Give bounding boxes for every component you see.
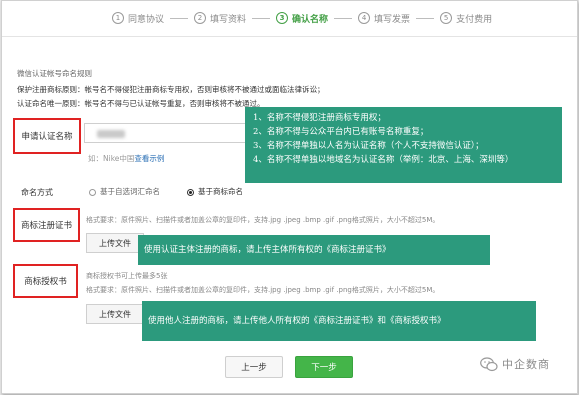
step-separator (252, 17, 271, 19)
other-trademark-text: 使用他人注册的商标，请上传他人所有权的《商标注册证书》和《商标授权书》 (148, 316, 446, 326)
step-invoice: 4 填写发票 (358, 12, 410, 25)
wechat-icon (480, 356, 498, 371)
radio-trademark-naming[interactable]: 基于商标命名 (187, 186, 243, 197)
rules-unique: 认证命名唯一原则：帐号名不得与已认证帐号重复，否则审核将不被通过。 (17, 99, 265, 108)
cert-format-requirement: 格式要求：原件照片、扫描件或者加盖公章的复印件，支持.jpg .jpeg .bm… (86, 216, 440, 224)
name-hint: 如：Nike中国查看示例 (88, 153, 164, 164)
trademark-auth-label: 商标授权书 (24, 277, 67, 287)
step-payment: 5 支付费用 (440, 12, 492, 25)
radio-auto-label: 基于自选词汇命名 (100, 187, 160, 196)
upload-cert-label: 上传文件 (99, 238, 131, 248)
name-hint-text: 如：Nike中国 (88, 154, 135, 163)
name-label: 申请认证名称 (21, 132, 73, 142)
callout-rule-4: 4、名称不得单独以地域名为认证名称（举例：北京、上海、深圳等） (253, 155, 514, 165)
callout-rule-2: 2、名称不得与公众平台内已有账号名称重复； (253, 127, 429, 137)
next-button-label: 下一步 (311, 363, 337, 373)
auth-format-requirement: 格式要求：原件照片、扫描件或者加盖公章的复印件，支持.jpg .jpeg .bm… (86, 286, 440, 294)
next-button[interactable]: 下一步 (295, 356, 353, 378)
step-confirm-name: 3 确认名称 (276, 12, 328, 25)
step-number: 3 (276, 12, 289, 24)
name-label-highlight: 申请认证名称 (13, 118, 81, 154)
step-number: 4 (358, 12, 371, 24)
naming-method-label: 命名方式 (21, 188, 53, 197)
rules-title: 微信认证帐号命名规则 (17, 69, 92, 78)
name-rules-callout: 1、名称不得侵犯注册商标专用权； 2、名称不得与公众平台内已有账号名称重复； 3… (245, 107, 562, 183)
watermark-text: 中企数商 (502, 358, 550, 371)
radio-trademark-label: 基于商标命名 (198, 187, 243, 196)
step-separator (170, 17, 189, 19)
step-number: 1 (112, 12, 124, 24)
step-progress: 1 同意协议 2 填写资料 3 确认名称 4 填写发票 5 支付费用 (112, 10, 492, 26)
header-divider (2, 36, 577, 37)
redacted-name (97, 130, 125, 138)
step-label: 同意协议 (128, 14, 165, 25)
step-number: 5 (440, 12, 453, 24)
view-example-link[interactable]: 查看示例 (134, 154, 164, 163)
radio-icon (89, 188, 96, 196)
step-label: 填写发票 (374, 14, 411, 25)
callout-rule-3: 3、名称不得单独以人名为认证名称（个人不支持微信认证）； (253, 141, 484, 151)
own-trademark-callout: 使用认证主体注册的商标，请上传主体所有权的《商标注册证书》 (138, 235, 490, 265)
upload-cert-button[interactable]: 上传文件 (86, 233, 144, 253)
own-trademark-text: 使用认证主体注册的商标，请上传主体所有权的《商标注册证书》 (144, 245, 391, 255)
step-info: 2 填写资料 (194, 12, 246, 25)
step-number: 2 (194, 12, 207, 24)
prev-button[interactable]: 上一步 (225, 356, 283, 378)
step-label: 支付费用 (456, 14, 493, 25)
step-agree: 1 同意协议 (112, 12, 164, 25)
trademark-cert-highlight: 商标注册证书 (13, 208, 80, 242)
watermark-logo: 中企数商 (480, 356, 550, 372)
step-separator (334, 17, 353, 19)
callout-rule-1: 1、名称不得侵犯注册商标专用权； (253, 113, 386, 123)
prev-button-label: 上一步 (241, 363, 267, 373)
wizard-card: 1 同意协议 2 填写资料 3 确认名称 4 填写发票 5 支付费用 微信认证帐… (1, 0, 578, 394)
trademark-cert-label: 商标注册证书 (20, 221, 72, 231)
auth-upload-limit: 商标授权书可上传最多5张 (86, 272, 168, 280)
radio-auto-naming[interactable]: 基于自选词汇命名 (89, 186, 160, 197)
upload-auth-label: 上传文件 (99, 309, 131, 319)
trademark-auth-highlight: 商标授权书 (13, 264, 78, 298)
rules-trademark: 保护注册商标原则：帐号名不得侵犯注册商标专用权，否则审核将不被通过或面临法律诉讼… (17, 85, 325, 94)
step-separator (416, 17, 435, 19)
other-trademark-callout: 使用他人注册的商标，请上传他人所有权的《商标注册证书》和《商标授权书》 (142, 301, 536, 341)
step-label: 确认名称 (292, 14, 329, 25)
step-label: 填写资料 (210, 14, 247, 25)
upload-auth-button[interactable]: 上传文件 (86, 304, 144, 324)
radio-selected-icon (187, 188, 194, 196)
